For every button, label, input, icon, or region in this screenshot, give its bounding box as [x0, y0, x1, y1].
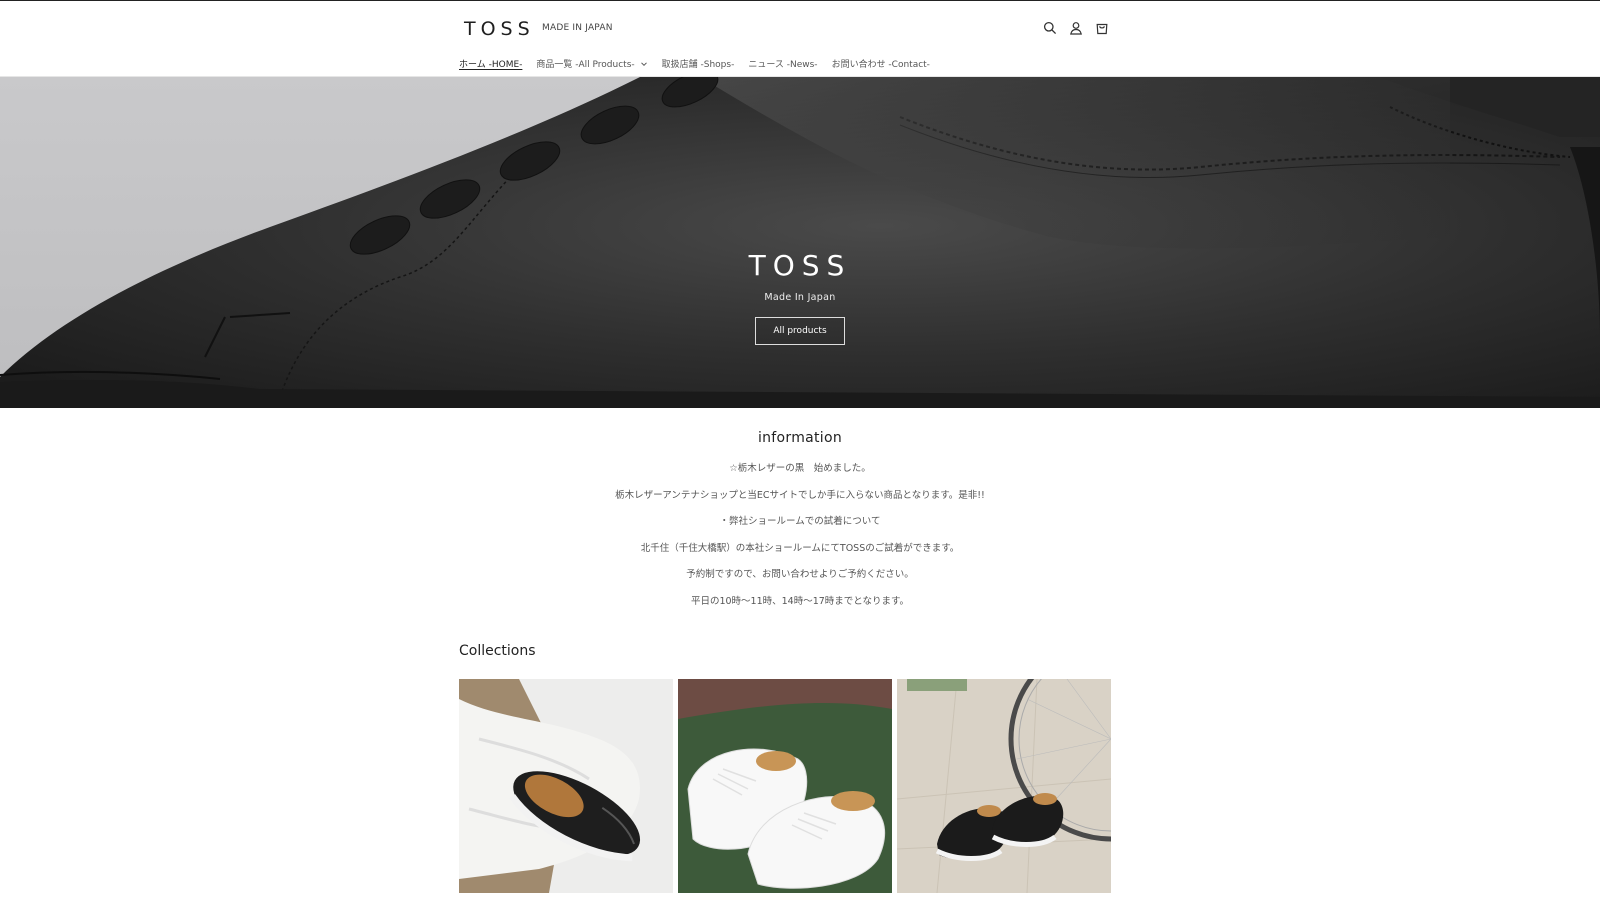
hero-title: TOSS — [748, 249, 852, 282]
hero-subtitle: Made In Japan — [764, 292, 836, 303]
collection-image-derby — [678, 679, 892, 893]
collection-image-sneakers — [897, 679, 1111, 893]
nav-item-label: ニュース -News- — [748, 60, 818, 70]
information-line: ☆栃木レザーの黒 始めました。 — [729, 463, 871, 474]
nav-item-home[interactable]: ホーム -HOME- — [459, 57, 522, 70]
information-title: information — [757, 430, 843, 446]
collection-card-derby[interactable] — [678, 679, 892, 893]
nav-item-label: お問い合わせ -Contact- — [831, 60, 930, 70]
nav-item-contact[interactable]: お問い合わせ -Contact- — [832, 57, 930, 70]
site-tagline: MADE IN JAPAN — [542, 23, 613, 33]
main-nav: ホーム -HOME- 商品一覧 -All Products- 取扱店舗 -Sho… — [459, 57, 944, 70]
information-line: 予約制ですので、お問い合わせよりご予約ください。 — [686, 569, 914, 580]
nav-item-label: 取扱店舗 -Shops- — [661, 60, 735, 70]
hero-shoe-image — [0, 77, 1600, 408]
nav-item-label: 商品一覧 -All Products- — [536, 60, 635, 70]
chevron-down-icon — [640, 61, 647, 66]
information-line: ・弊社ショールームでの試着について — [719, 516, 881, 527]
collection-image-slip-on — [459, 679, 673, 893]
information-section: information ☆栃木レザーの黒 始めました。 栃木レザーアンテナショッ… — [0, 430, 1600, 615]
site-logo[interactable]: TOSS — [464, 18, 535, 40]
hero-content: TOSS Made In Japan All products — [0, 249, 1600, 345]
nav-item-news[interactable]: ニュース -News- — [748, 57, 817, 70]
information-line: 北千住（千住大橋駅）の本社ショールームにてTOSSのご試着ができます。 — [640, 542, 960, 554]
collections-grid — [459, 679, 1111, 893]
account-icon[interactable] — [1066, 18, 1086, 38]
information-line: 平日の10時〜11時、14時〜17時までとなります。 — [690, 595, 910, 607]
collection-card-slip-on[interactable] — [459, 679, 673, 893]
nav-item-shops[interactable]: 取扱店舗 -Shops- — [662, 57, 735, 70]
search-icon[interactable] — [1040, 18, 1060, 38]
header-icons — [1040, 18, 1112, 38]
nav-item-all-products[interactable]: 商品一覧 -All Products- — [536, 57, 647, 70]
collection-card-sneakers[interactable] — [897, 679, 1111, 893]
information-lines: ☆栃木レザーの黒 始めました。 栃木レザーアンテナショップと当ECサイトでしか手… — [0, 456, 1600, 615]
information-line: 栃木レザーアンテナショップと当ECサイトでしか手に入らない商品となります。是非!… — [615, 489, 985, 501]
all-products-button[interactable]: All products — [755, 317, 845, 345]
site-header: TOSS MADE IN JAPAN ホーム -HOME- 商品一覧 -All … — [0, 1, 1600, 77]
hero-banner: TOSS Made In Japan All products — [0, 77, 1600, 408]
cart-icon[interactable] — [1092, 18, 1112, 38]
collections-title: Collections — [459, 643, 536, 659]
nav-item-label: ホーム -HOME- — [459, 60, 523, 70]
